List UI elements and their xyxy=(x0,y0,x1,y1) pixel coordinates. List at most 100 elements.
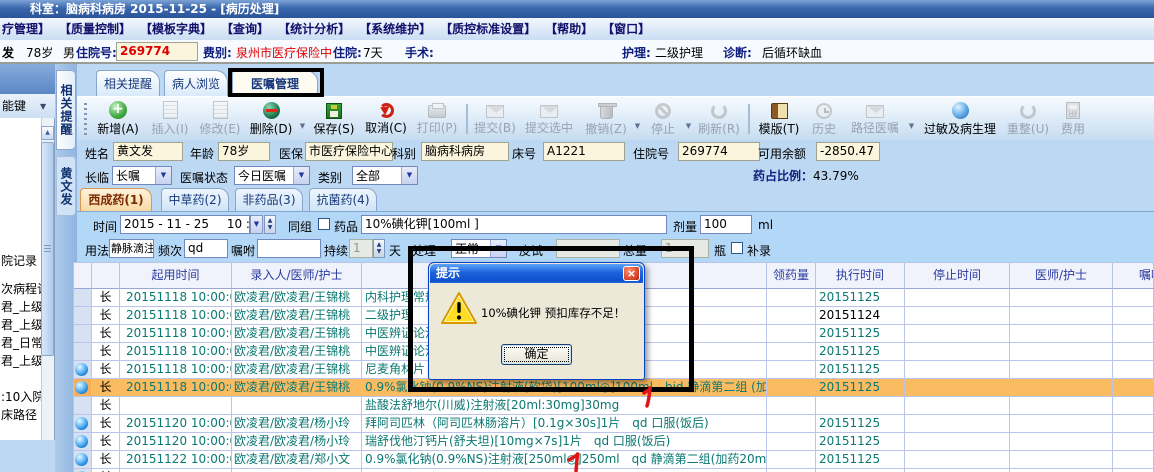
sidebar-tab-related-reminder[interactable]: 相关提醒 xyxy=(56,70,76,150)
refresh-icon xyxy=(711,102,727,119)
order-row[interactable]: 长20151120 10:00:00欧凌君/欧凌君/杨小玲瑞舒伐他汀钙片(舒夫坦… xyxy=(73,433,1154,451)
toolbar-refresh-button[interactable]: 刷新(R) xyxy=(694,98,744,140)
order-row[interactable]: 长20151118 10:00:00欧凌君/欧凌君/王锦桃0.9%氯化钠(0.9… xyxy=(73,379,1154,397)
warning-triangle-icon xyxy=(441,292,477,324)
tab-patient-browse[interactable]: 病人浏览 xyxy=(164,70,228,96)
tab-related-reminder[interactable]: 相关提醒 xyxy=(96,70,160,96)
order-cell: 欧凌君/欧凌君/王锦桃 xyxy=(232,289,362,307)
sidebar-record-item[interactable]: 君_上级 xyxy=(1,316,43,333)
sidebar-record-item[interactable]: 君_上级 xyxy=(1,298,43,315)
scrollbar-up-arrow-icon[interactable]: ▲ xyxy=(41,126,54,140)
dept-field[interactable]: 脑病科病房 xyxy=(421,142,509,161)
menu-item-6[interactable]: 【系统维护】 xyxy=(359,18,431,40)
order-row[interactable]: 长20151122 10:00:00欧凌君/欧凌君/郑小文0.9%氯化钠(0.9… xyxy=(73,451,1154,469)
toolbar-rearrange-refresh-button[interactable]: 重整(U) xyxy=(1003,98,1053,140)
status-ball-icon xyxy=(75,381,88,394)
toolbar-submit-selected-envelope-button[interactable]: 提交选中 xyxy=(518,98,580,140)
toolbar-printer-button[interactable]: 打印(P) xyxy=(412,98,462,140)
name-field[interactable]: 黄文发 xyxy=(113,142,183,161)
total-field[interactable]: 1 xyxy=(661,239,709,258)
dialog-titlebar[interactable]: 提示 × xyxy=(430,264,643,283)
toolbar-insert-doc-button[interactable]: 插入(I) xyxy=(145,98,195,140)
sidebar-record-item[interactable]: 君_上级 xyxy=(1,352,43,369)
drug-tab-3[interactable]: 非药品(3) xyxy=(235,188,303,211)
sidebar-scrollbar-thumb[interactable] xyxy=(41,142,54,356)
toolbar-add-button[interactable]: 新增(A) xyxy=(91,98,145,140)
skintest-field[interactable] xyxy=(556,239,620,258)
chevron-down-icon[interactable]: ▼ xyxy=(401,167,417,184)
process-dropdown[interactable]: 正常 ▼ xyxy=(451,239,507,258)
close-icon[interactable]: × xyxy=(623,266,640,281)
bed-field[interactable]: A1221 xyxy=(543,142,625,161)
toolbar-edit-doc-button[interactable]: 修改(E) xyxy=(195,98,245,140)
delete-minus-icon xyxy=(262,101,280,119)
status-dropdown[interactable]: 今日医嘱 ▼ xyxy=(234,166,310,185)
menu-item-7[interactable]: 【质控标准设置】 xyxy=(440,18,536,40)
order-cell: 欧凌君/欧凌君/王锦桃 xyxy=(232,325,362,343)
toolbar-pathway-envelope-button[interactable]: 路径医嘱 xyxy=(844,98,906,140)
order-cell xyxy=(905,379,1010,397)
insurance-field[interactable]: 市医疗保险中心 xyxy=(305,142,393,161)
toolbar-save-disk-button[interactable]: 保存(S) xyxy=(308,98,360,140)
chevron-down-icon[interactable]: ▼ xyxy=(155,167,171,184)
sidebar-record-item[interactable]: :10入院 xyxy=(1,388,44,405)
duration-field[interactable]: 1 xyxy=(349,239,373,258)
drug-tab-2[interactable]: 中草药(2) xyxy=(161,188,229,211)
chevron-down-icon[interactable]: ▼ xyxy=(906,108,917,130)
menu-item-9[interactable]: 【窗口】 xyxy=(602,18,650,40)
same-group-checkbox[interactable] xyxy=(318,218,330,230)
drug-name-field[interactable]: 10%碘化钾[100ml ] xyxy=(361,215,667,234)
toolbar-delete-minus-button[interactable]: 删除(D) xyxy=(245,98,297,140)
duration-spinner[interactable] xyxy=(373,239,385,258)
chevron-down-icon[interactable]: ▼ xyxy=(632,108,643,130)
sidebar-record-item[interactable]: 君_日常 xyxy=(1,334,43,351)
menu-item-2[interactable]: 【质量控制】 xyxy=(59,18,131,40)
toolbar-allergy-globe-button[interactable]: 过敏及病生理 xyxy=(917,98,1003,140)
datetime-dropdown-icon[interactable]: ▼ xyxy=(250,215,263,234)
datetime-spinner[interactable] xyxy=(264,215,276,234)
advice-field[interactable] xyxy=(257,239,321,258)
toolbar-history-clock-button[interactable]: 历史 xyxy=(804,98,844,140)
order-row[interactable]: 长20151120 10:00:00欧凌君/欧凌君/杨小玲拜阿司匹林（阿司匹林肠… xyxy=(73,415,1154,433)
menu-item-1[interactable]: 疗管理】 xyxy=(2,18,50,40)
drug-tab-1[interactable]: 西成药(1) xyxy=(80,188,152,211)
function-key-bar[interactable]: 能键 ▼ xyxy=(0,94,55,118)
makeup-checkbox[interactable] xyxy=(731,242,743,254)
usage-field[interactable]: 静脉滴注 xyxy=(109,239,154,258)
admission-no-field[interactable]: 269774 xyxy=(116,42,198,61)
sidebar-record-item[interactable]: 院记录 xyxy=(1,252,37,269)
toolbar-fee-calculator-button[interactable]: 费用 xyxy=(1053,98,1093,140)
toolbar-stop-button[interactable]: 停止 xyxy=(643,98,683,140)
balance-field[interactable]: -2850.47 xyxy=(816,142,880,161)
drug-tab-4[interactable]: 抗菌药(4) xyxy=(309,188,377,211)
chevron-down-icon[interactable]: ▼ xyxy=(297,108,308,130)
chevron-down-icon[interactable]: ▼ xyxy=(683,108,694,130)
toolbar-template-book-button[interactable]: 模版(T) xyxy=(754,98,804,140)
ok-button[interactable]: 确定 xyxy=(501,344,572,365)
admission-field[interactable]: 269774 xyxy=(678,142,760,161)
category-dropdown[interactable]: 全部 ▼ xyxy=(352,166,418,185)
age-field[interactable]: 78岁 xyxy=(218,142,270,161)
menu-item-5[interactable]: 【统计分析】 xyxy=(278,18,350,40)
chevron-down-icon[interactable]: ▼ xyxy=(293,167,309,184)
menu-item-8[interactable]: 【帮助】 xyxy=(545,18,593,40)
chevron-down-icon[interactable]: ▼ xyxy=(490,240,506,257)
duration-unit-label: 天 xyxy=(389,244,402,258)
frequency-field[interactable]: qd xyxy=(184,239,228,258)
order-row[interactable]: 长 盐酸法舒地尔(川威)注射液[20ml:30mg]30mg xyxy=(73,397,1154,415)
status-value: 今日医嘱 xyxy=(238,169,287,183)
order-datetime-field[interactable]: 2015 - 11 - 25 10 : 00 xyxy=(120,215,250,234)
menu-item-3[interactable]: 【模板字典】 xyxy=(140,18,212,40)
chevron-down-icon[interactable]: ▼ xyxy=(40,95,46,119)
toolbar-cancel-undo-button[interactable]: 取消(C) xyxy=(360,98,412,140)
toolbar-grip-handle[interactable] xyxy=(84,103,87,135)
toolbar-trash-button[interactable]: 撤销(Z) xyxy=(580,98,632,140)
sidebar-record-item[interactable]: 床路径 xyxy=(1,406,37,423)
dose-field[interactable]: 100 xyxy=(700,215,752,234)
order-cell: 20151124 xyxy=(816,307,905,325)
tab-orders-management[interactable]: 医嘱管理 xyxy=(232,70,318,96)
sidebar-tab-patient-name[interactable]: 黄文发 xyxy=(56,156,76,216)
toolbar-submit-envelope-button[interactable]: 提交(B) xyxy=(472,98,518,140)
longterm-dropdown[interactable]: 长嘱 ▼ xyxy=(112,166,172,185)
menu-item-4[interactable]: 【查询】 xyxy=(221,18,269,40)
